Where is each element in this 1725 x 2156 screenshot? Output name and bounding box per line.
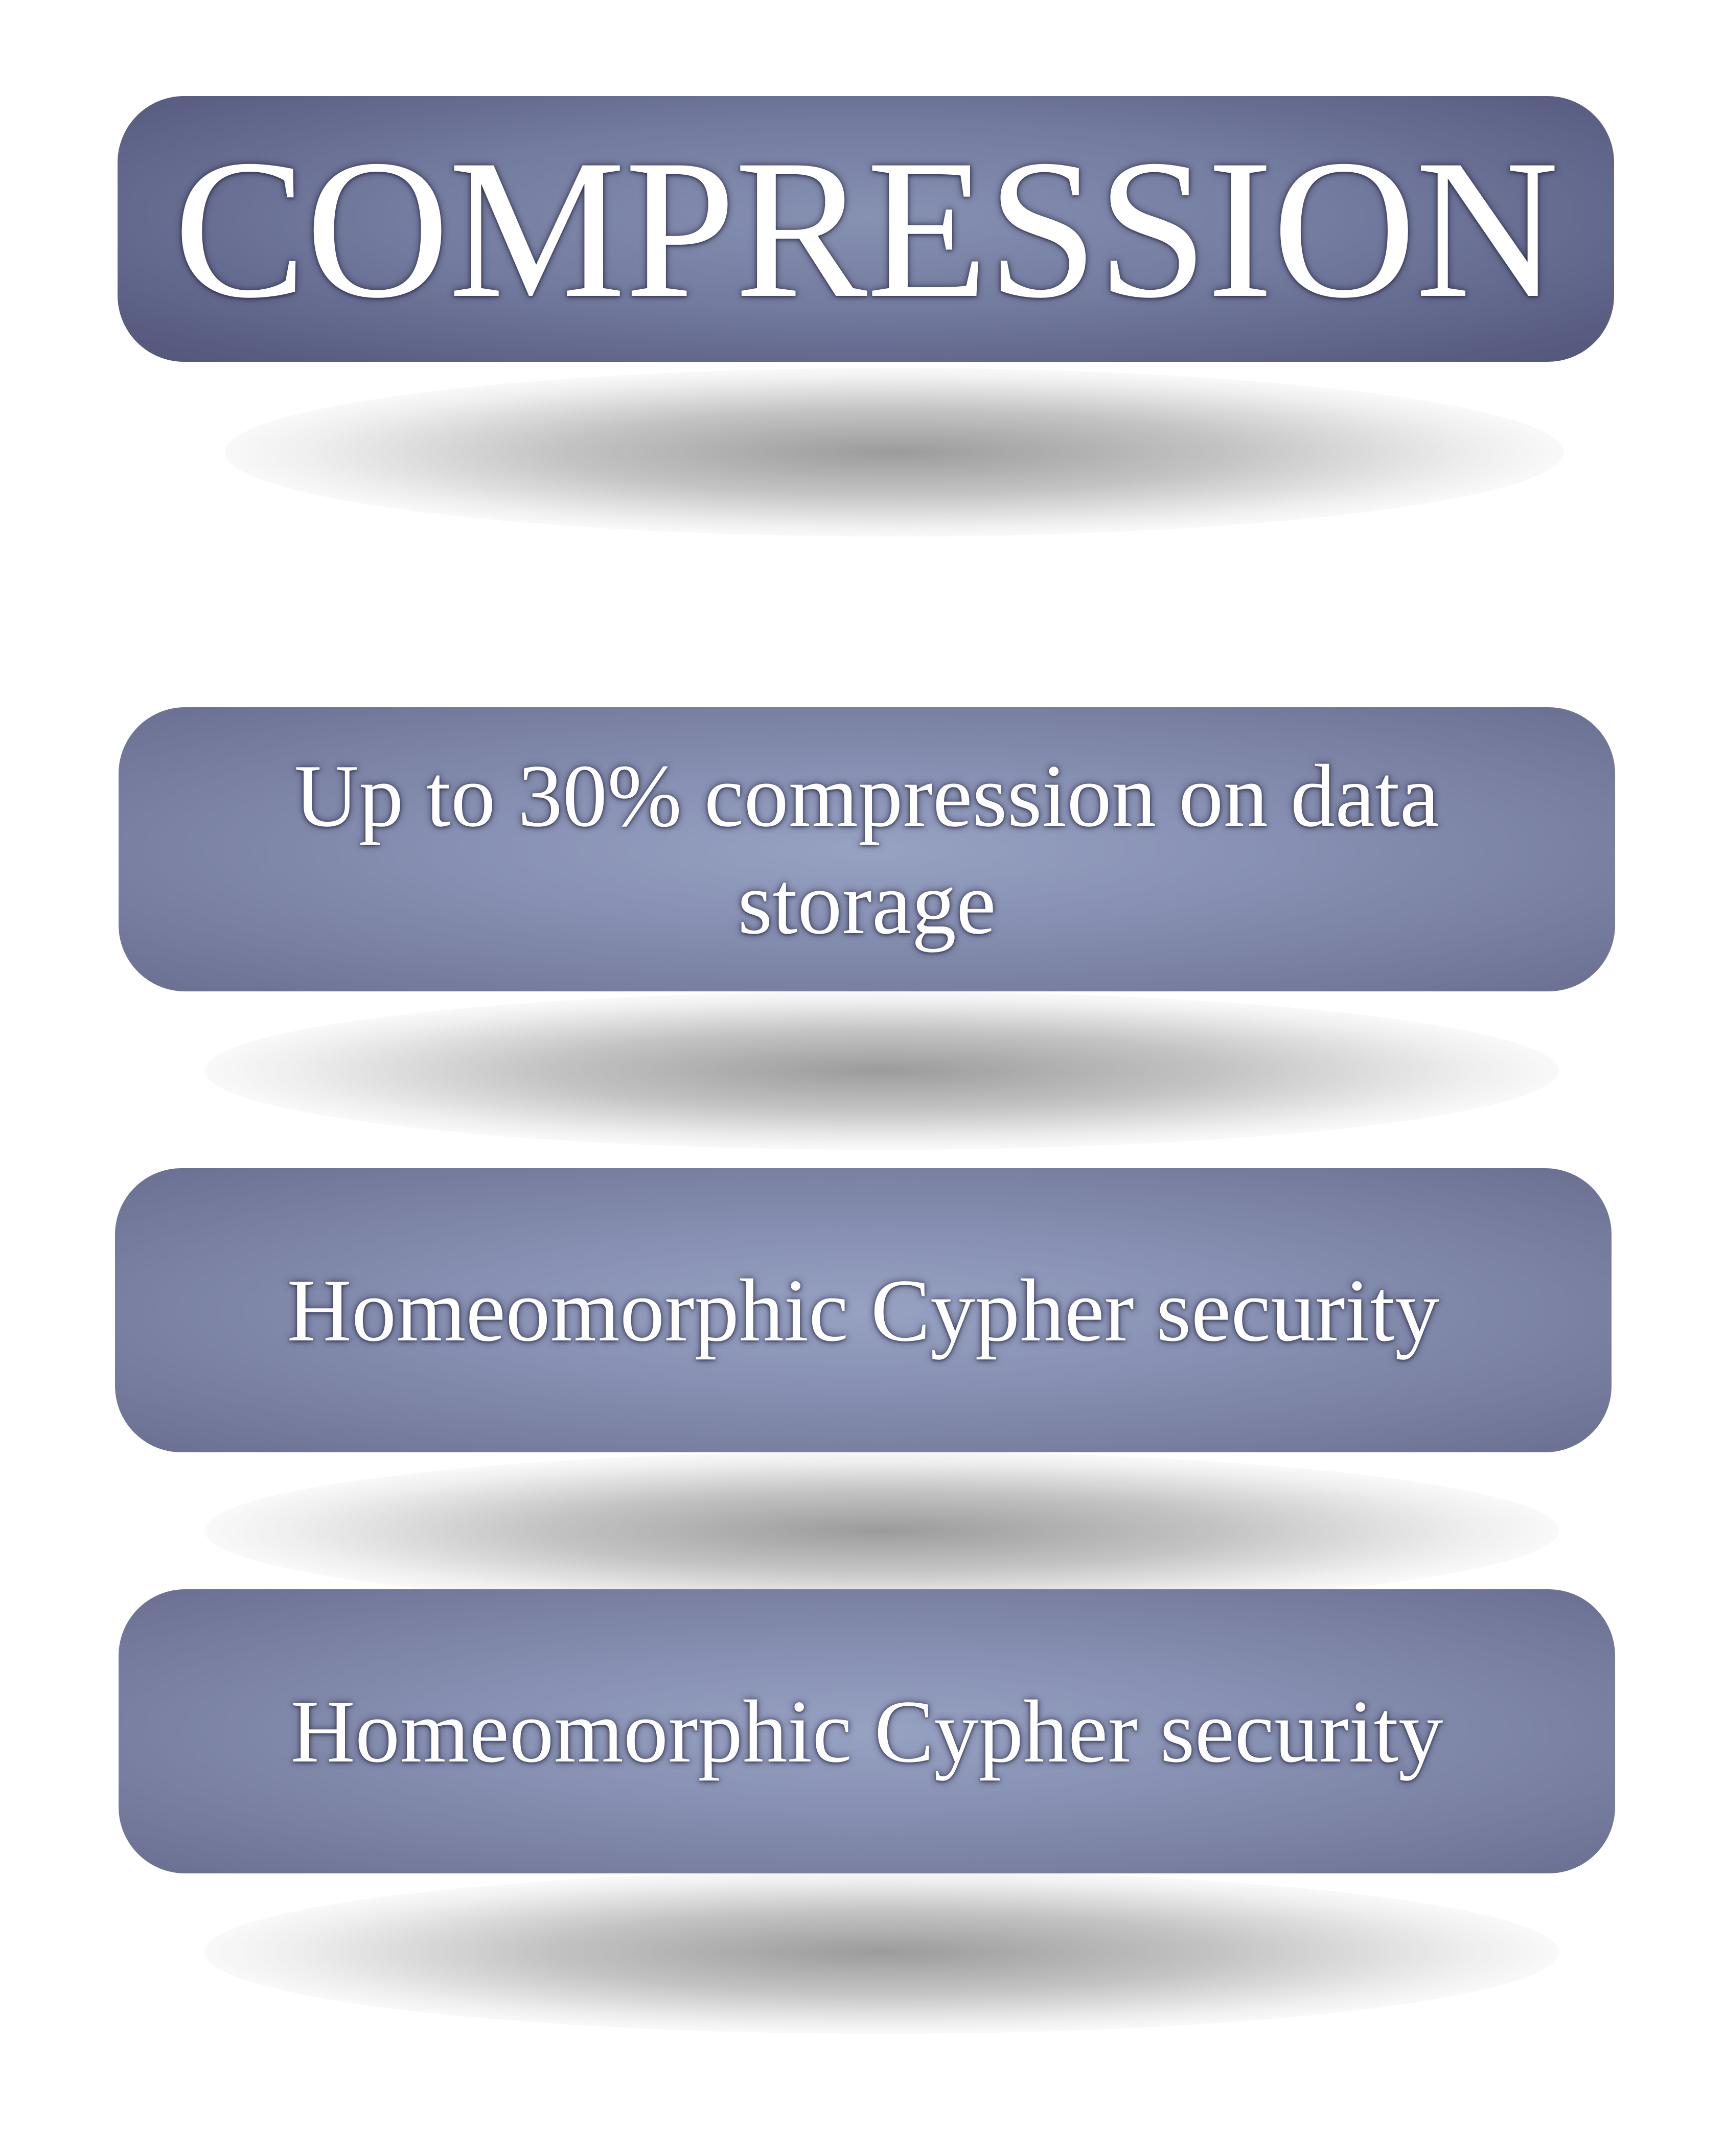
feature-panel-shadow [204, 991, 1559, 1150]
feature-panel-security: Homeomorphic Cypher security [115, 1168, 1612, 1452]
feature-text: Homeomorphic Cypher security [287, 1261, 1440, 1360]
title-panel-shadow [225, 368, 1564, 537]
feature-panel-shadow [204, 1870, 1559, 2034]
feature-panel-compression: Up to 30% compression on data storage [119, 707, 1615, 991]
feature-panel-shadow [204, 1451, 1559, 1610]
feature-panel-security-2: Homeomorphic Cypher security [119, 1589, 1615, 1873]
title-panel: COMPRESSION [118, 96, 1614, 362]
title-text: COMPRESSION [173, 119, 1559, 339]
feature-text: Up to 30% compression on data storage [294, 746, 1440, 953]
feature-text: Homeomorphic Cypher security [290, 1682, 1443, 1781]
